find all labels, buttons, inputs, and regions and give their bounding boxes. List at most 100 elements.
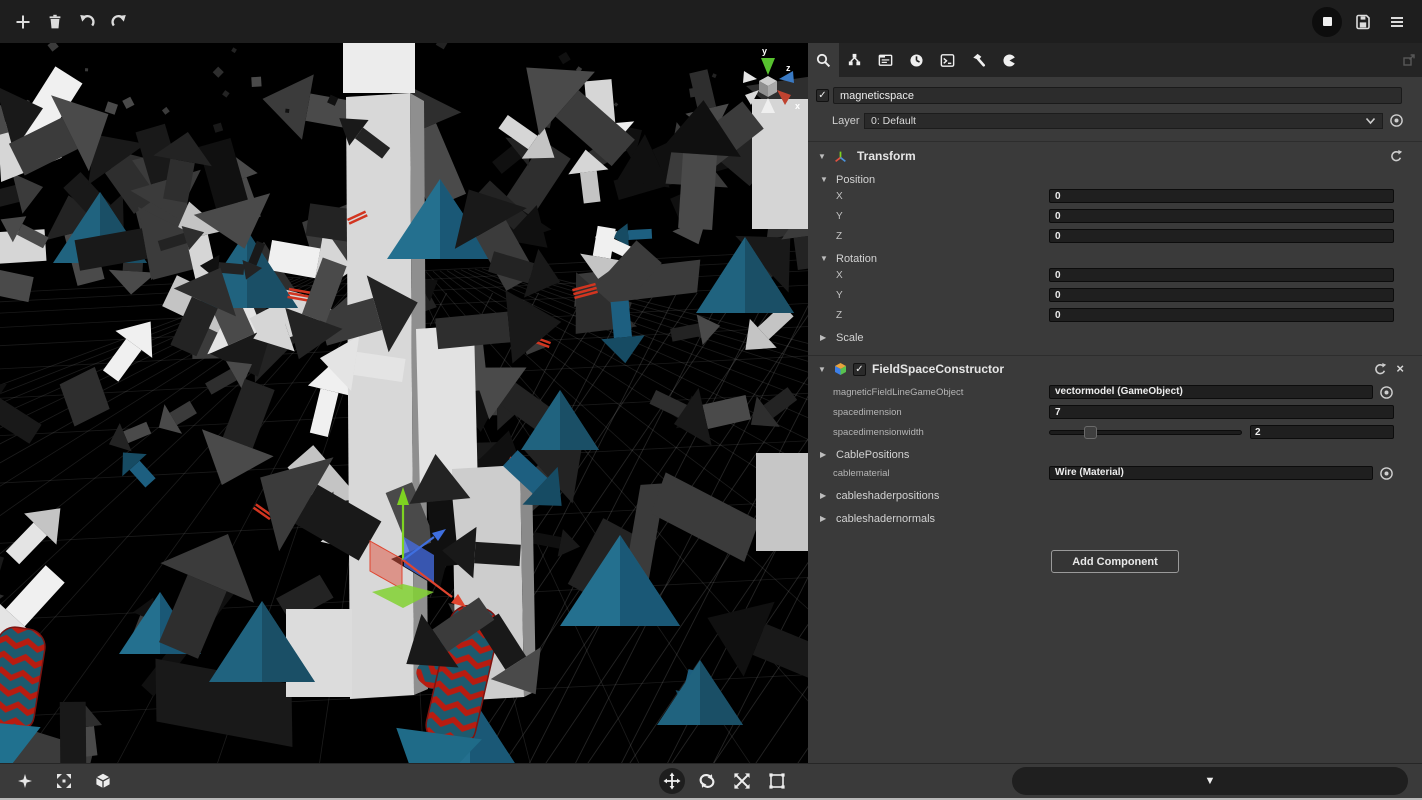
spacedimensionwidth-slider[interactable] — [1049, 430, 1242, 435]
position-z-input[interactable] — [1049, 229, 1394, 243]
position-z-row: Z — [836, 229, 1394, 243]
hierarchy-icon — [846, 52, 863, 69]
rotation-z-input[interactable] — [1049, 308, 1394, 322]
spacedimension-input[interactable] — [1049, 405, 1394, 419]
cableshaderpositions-foldout[interactable]: ▶ cableshaderpositions — [820, 486, 1422, 505]
tab-project[interactable] — [870, 43, 901, 77]
save-icon — [1354, 13, 1372, 31]
cableshadernormals-foldout[interactable]: ▶ cableshadernormals — [820, 509, 1422, 528]
undock-button[interactable] — [1396, 43, 1422, 77]
add-object-button[interactable] — [10, 9, 36, 35]
axis-label-y: y — [762, 46, 767, 56]
tab-profiler[interactable] — [994, 43, 1025, 77]
spacedimension-row: spacedimension — [833, 405, 1394, 419]
spacedimensionwidth-value-input[interactable] — [1250, 425, 1394, 439]
menu-button[interactable] — [1384, 9, 1410, 35]
delete-button[interactable] — [42, 9, 68, 35]
tab-build[interactable] — [963, 43, 994, 77]
rotation-foldout[interactable]: ▼ Rotation — [820, 249, 1422, 268]
build-icon — [970, 52, 987, 69]
chevron-down-icon — [1365, 117, 1376, 125]
scale-tool-button[interactable] — [729, 768, 755, 794]
expand-console-icon: ▼ — [1205, 775, 1216, 787]
rotation-x-row: X — [836, 268, 1394, 282]
inspector-toolbar — [808, 43, 1422, 77]
move-tool-button[interactable] — [659, 768, 685, 794]
reset-icon — [1373, 362, 1387, 376]
redo-icon — [110, 13, 128, 31]
frame-selected-button[interactable] — [51, 768, 77, 794]
undo-icon — [78, 13, 96, 31]
transform-foldout[interactable]: ▼ — [818, 152, 828, 161]
tab-search[interactable] — [808, 43, 839, 77]
rect-tool-icon — [768, 772, 786, 790]
fsc-enabled-checkbox[interactable]: ✓ — [853, 363, 866, 376]
axis-label: Z — [836, 231, 1049, 242]
layer-picker-icon[interactable] — [1388, 113, 1404, 129]
editor-window: y z x — [0, 0, 1422, 800]
axis-label: Y — [836, 290, 1049, 301]
position-label: Position — [836, 174, 875, 186]
tab-hierarchy[interactable] — [839, 43, 870, 77]
remove-fsc-button[interactable]: × — [1396, 362, 1404, 376]
active-checkbox[interactable]: ✓ — [816, 89, 829, 102]
position-y-row: Y — [836, 209, 1394, 223]
axis-label-z: z — [786, 63, 791, 73]
frame-selected-icon — [55, 772, 73, 790]
transform-icon — [834, 150, 847, 163]
script-cube-icon — [834, 362, 847, 376]
console-icon — [939, 52, 956, 69]
menu-icon — [1388, 13, 1406, 31]
object-name-input[interactable] — [833, 87, 1402, 104]
layer-value: 0: Default — [871, 115, 1365, 127]
cablematerial-object-field[interactable]: Wire (Material) — [1049, 466, 1373, 480]
move-tool-icon — [663, 772, 681, 790]
undock-icon — [1401, 52, 1417, 68]
object-picker-icon[interactable] — [1378, 384, 1394, 400]
play-stop-button[interactable] — [1312, 7, 1342, 37]
layer-dropdown[interactable]: 0: Default — [864, 113, 1383, 129]
transform-title: Transform — [857, 149, 916, 163]
axis-label: Y — [836, 211, 1049, 222]
recent-icon — [908, 52, 925, 69]
cablepositions-foldout[interactable]: ▶ CablePositions — [820, 445, 1422, 464]
view-cube-icon — [94, 772, 112, 790]
add-component-button[interactable]: Add Component — [1051, 550, 1179, 573]
rotation-y-row: Y — [836, 288, 1394, 302]
rotation-z-row: Z — [836, 308, 1394, 322]
top-toolbar — [0, 0, 1422, 43]
fsc-foldout[interactable]: ▼ — [818, 365, 828, 374]
position-foldout[interactable]: ▼ Position — [820, 170, 1422, 189]
slider-knob[interactable] — [1084, 426, 1097, 439]
position-x-input[interactable] — [1049, 189, 1394, 203]
cablematerial-row: cablematerial Wire (Material) — [833, 466, 1394, 480]
undo-button[interactable] — [74, 9, 100, 35]
rect-tool-button[interactable] — [764, 768, 790, 794]
axis-label: X — [836, 191, 1049, 202]
console-expander[interactable]: ▼ — [1012, 767, 1408, 795]
profiler-icon — [1001, 52, 1018, 69]
search-icon — [815, 52, 832, 69]
magnetic-field-object-field[interactable]: vectormodel (GameObject) — [1049, 385, 1373, 399]
save-button[interactable] — [1350, 9, 1376, 35]
view-cube-button[interactable] — [90, 768, 116, 794]
position-y-input[interactable] — [1049, 209, 1394, 223]
rotate-tool-icon — [698, 772, 716, 790]
rotation-x-input[interactable] — [1049, 268, 1394, 282]
reset-icon — [1389, 149, 1403, 163]
add-icon — [14, 13, 32, 31]
trash-icon — [46, 13, 64, 31]
redo-button[interactable] — [106, 9, 132, 35]
scale-foldout[interactable]: ▶ Scale — [820, 328, 1422, 347]
rotate-tool-button[interactable] — [694, 768, 720, 794]
inspector-panel: ✓ Layer 0: Default — [808, 43, 1422, 763]
scene-viewport[interactable]: y z x — [0, 43, 808, 763]
spacedimensionwidth-row: spacedimensionwidth — [833, 425, 1394, 439]
reset-transform-button[interactable] — [1388, 148, 1404, 164]
reset-fsc-button[interactable] — [1372, 361, 1388, 377]
pivot-button[interactable] — [12, 768, 38, 794]
object-picker-icon[interactable] — [1378, 465, 1394, 481]
tab-recent[interactable] — [901, 43, 932, 77]
tab-console[interactable] — [932, 43, 963, 77]
rotation-y-input[interactable] — [1049, 288, 1394, 302]
